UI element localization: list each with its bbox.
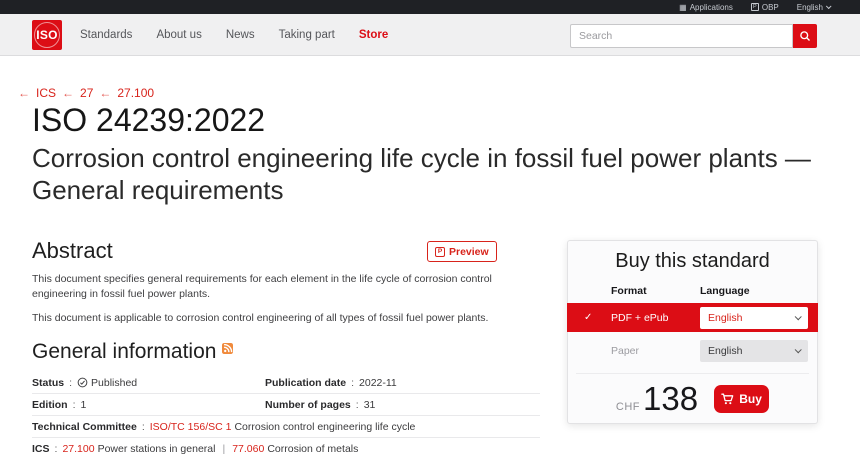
language-select-paper[interactable]: English [700,340,808,362]
separator [67,377,74,389]
preview-label: Preview [449,246,489,258]
nav-item-about-us[interactable]: About us [156,29,201,41]
rss-icon[interactable] [222,343,233,354]
search-button[interactable] [793,24,817,48]
nav-item-standards[interactable]: Standards [80,29,132,41]
technical-committee-cell: Technical Committee ISO/TC 156/SC 1 Corr… [32,421,415,433]
nav-item-news[interactable]: News [226,29,255,41]
edition-cell: Edition 1 [32,399,265,411]
language-select-pdf-epub[interactable]: English [700,307,808,329]
buy-panel-title: Buy this standard [568,250,817,273]
buy-footer: CHF138 Buy [576,373,809,423]
breadcrumb: ICS 27 27.100 [18,86,154,100]
table-row: ICS 27.100 Power stations in general 77.… [32,438,540,460]
breadcrumb-link-ics[interactable]: ICS [36,86,56,100]
nav-menu: Standards About us News Taking part Stor… [80,14,388,55]
preview-icon [435,247,445,257]
ics-cell: ICS 27.100 Power stations in general 77.… [32,443,358,455]
nav-item-store[interactable]: Store [359,29,388,41]
language-header: Language [700,285,750,297]
chevron-down-icon [795,346,802,353]
preview-button[interactable]: Preview [427,241,497,262]
ics-link-27-100[interactable]: 27.100 [62,443,94,455]
general-info-table: Status Published Publication date 2022-1… [32,372,540,460]
currency-label: CHF [616,401,640,413]
language-label: English [797,3,823,12]
ics-name: Corrosion of metals [267,443,358,455]
pages-value: 31 [364,399,376,411]
chevron-down-icon [826,3,832,9]
format-label: PDF + ePub [611,312,669,324]
separator [354,399,361,411]
cart-icon [721,393,734,405]
edition-value: 1 [81,399,87,411]
format-header: Format [611,285,647,297]
general-info-heading: General information [32,340,233,364]
publication-date-value: 2022-11 [359,377,397,389]
applications-label: Applications [690,3,733,12]
breadcrumb-arrow-icon [62,86,74,100]
language-select-value: English [708,312,742,324]
separator [71,399,78,411]
format-row-paper[interactable]: Paper English [567,336,818,365]
applications-menu[interactable]: Applications [679,3,733,12]
checkmark-icon [584,312,592,323]
table-row: Edition 1 Number of pages 31 [32,394,540,416]
search-icon [799,30,811,42]
separator [218,443,229,455]
buy-panel: Buy this standard Format Language PDF + … [567,240,818,424]
nav-item-taking-part[interactable]: Taking part [279,29,335,41]
search-bar [570,24,817,48]
ics-name: Power stations in general [98,443,216,455]
breadcrumb-link-27-100[interactable]: 27.100 [117,86,154,100]
price-value: 138 [643,380,698,417]
technical-committee-label: Technical Committee [32,421,137,433]
technical-committee-value: Corrosion control engineering life cycle [234,421,415,433]
standard-code-heading: ISO 24239:2022 [32,102,265,139]
buy-button[interactable]: Buy [714,385,769,413]
language-switcher[interactable]: English [797,3,830,12]
obp-link[interactable]: OBP [751,3,779,12]
format-label: Paper [611,345,639,357]
status-cell: Status Published [32,377,265,389]
abstract-paragraph: This document is applicable to corrosion… [32,311,540,326]
abstract-body: This document specifies general requirem… [32,272,540,335]
technical-committee-link[interactable]: ISO/TC 156/SC 1 [150,421,232,433]
applications-grid-icon [679,3,687,12]
pages-label: Number of pages [265,399,351,411]
status-value: Published [91,377,137,389]
obp-icon [751,3,759,11]
iso-logo[interactable]: ISO [32,20,62,50]
obp-label: OBP [762,3,779,12]
language-select-value: English [708,345,742,357]
chevron-down-icon [795,313,802,320]
separator [53,443,60,455]
price-block: CHF138 [616,380,698,418]
standard-title: Corrosion control engineering life cycle… [32,142,814,206]
ics-link-77-060[interactable]: 77.060 [232,443,264,455]
separator [349,377,356,389]
table-row: Technical Committee ISO/TC 156/SC 1 Corr… [32,416,540,438]
breadcrumb-arrow-icon [99,86,111,100]
publication-date-cell: Publication date 2022-11 [265,377,397,389]
table-row: Status Published Publication date 2022-1… [32,372,540,394]
iso-logo-text: ISO [36,28,58,42]
publication-date-label: Publication date [265,377,346,389]
breadcrumb-link-27[interactable]: 27 [80,86,93,100]
utility-bar: Applications OBP English [0,0,860,14]
abstract-paragraph: This document specifies general requirem… [32,272,540,302]
abstract-heading: Abstract [32,238,113,264]
format-row-pdf-epub[interactable]: PDF + ePub English [567,303,818,332]
main-navbar: ISO Standards About us News Taking part … [0,14,860,56]
pages-cell: Number of pages 31 [265,399,375,411]
separator [140,421,147,433]
search-input[interactable] [570,24,793,48]
published-check-icon [77,377,88,388]
ics-label: ICS [32,443,50,455]
breadcrumb-arrow-icon [18,86,30,100]
general-info-heading-text: General information [32,340,216,364]
status-label: Status [32,377,64,389]
edition-label: Edition [32,399,68,411]
buy-button-label: Buy [739,392,762,406]
